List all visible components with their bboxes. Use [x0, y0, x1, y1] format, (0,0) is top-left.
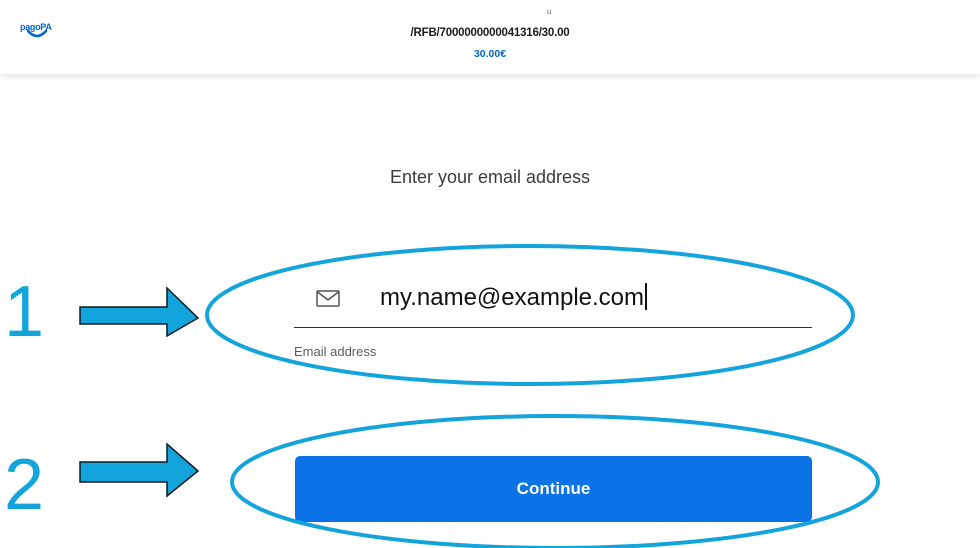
email-value[interactable]: my.name@example.com	[380, 283, 647, 312]
email-prompt: Enter your email address	[389, 167, 591, 187]
header-mark: u	[547, 7, 552, 16]
step-1-arrow-icon	[79, 286, 200, 338]
payment-amount: 30.00€	[473, 48, 507, 60]
envelope-icon	[316, 290, 340, 307]
continue-button[interactable]: Continue	[295, 456, 812, 522]
payment-reference: /RFB/7000000000041316/30.00	[410, 27, 570, 39]
payment-header: pagoPA u /RFB/7000000000041316/30.00 30.…	[0, 0, 980, 74]
step-1-number: 1	[4, 272, 45, 352]
email-label: Email address	[294, 344, 377, 359]
step-2-number: 2	[4, 445, 45, 525]
step-2-arrow-icon	[79, 442, 200, 498]
email-field[interactable]: my.name@example.com	[294, 277, 812, 328]
email-value-text: my.name@example.com	[380, 284, 644, 311]
text-caret	[645, 283, 647, 310]
